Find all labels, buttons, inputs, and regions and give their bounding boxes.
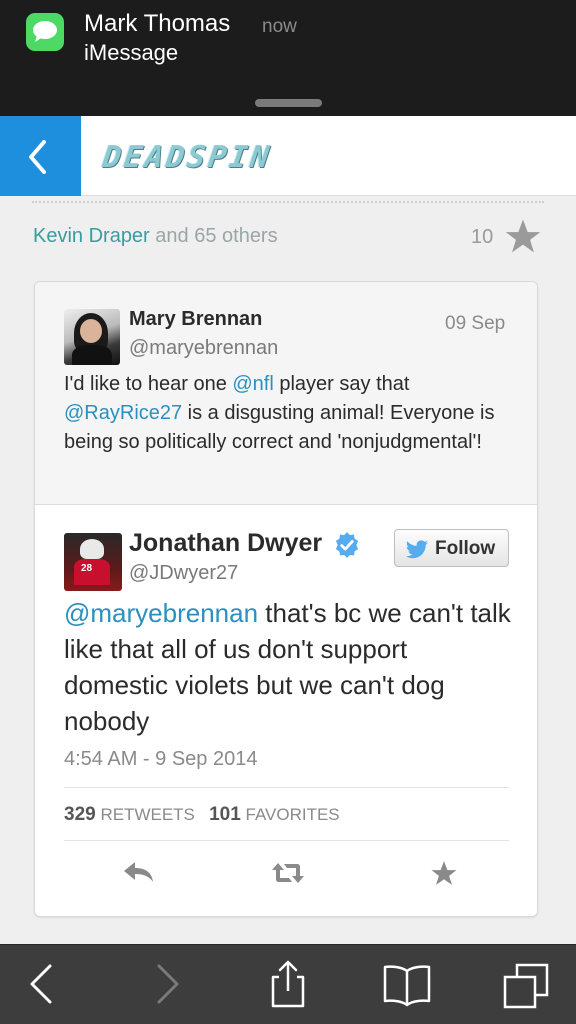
jersey-number: 28 (81, 563, 93, 574)
back-icon[interactable] (28, 963, 54, 1005)
tweet-text: @maryebrennan that's bc we can't talk li… (64, 595, 514, 739)
author-others: and 65 others (155, 225, 277, 247)
verified-badge-icon (335, 532, 359, 558)
share-icon[interactable] (270, 959, 306, 1009)
notification-app: iMessage (84, 40, 179, 65)
quoted-date: 09 Sep (445, 313, 506, 334)
others-text: and 65 others (155, 225, 278, 247)
star-icon[interactable] (504, 218, 542, 254)
quoted-author-handle[interactable]: @maryebrennan (129, 337, 278, 360)
quoted-text: I'd like to hear one @nfl player say tha… (64, 370, 514, 457)
twitter-bird-icon (406, 540, 428, 559)
divider (64, 787, 509, 788)
post-author: Kevin Draper and 65 others (33, 225, 278, 248)
notification-sender: Mark Thomas (84, 10, 231, 37)
tweet-author-handle[interactable]: @JDwyer27 (129, 562, 238, 585)
favorite-star-icon[interactable] (430, 860, 458, 886)
tweet-stats: 329 RETWEETS 101 FAVORITES (64, 804, 340, 826)
mention-link[interactable]: @maryebrennan (64, 598, 258, 628)
bookmarks-icon[interactable] (382, 963, 432, 1007)
retweet-label[interactable]: RETWEETS (100, 805, 194, 824)
like-count: 10 (471, 226, 494, 248)
follow-button[interactable]: Follow (394, 529, 509, 567)
site-header: DEADSPIN (0, 116, 576, 196)
browser-toolbar (0, 944, 576, 1024)
notification-time: now (262, 16, 297, 37)
reply-icon[interactable] (122, 860, 156, 884)
quoted-author-name[interactable]: Mary Brennan (129, 308, 262, 331)
notification-banner[interactable]: Mark Thomas now iMessage (0, 0, 576, 116)
messages-icon (26, 13, 64, 51)
tweet-author-name[interactable]: Jonathan Dwyer (129, 529, 322, 558)
divider (32, 201, 544, 203)
notification-grabber[interactable] (255, 99, 322, 107)
back-button[interactable] (0, 116, 81, 196)
text-segment: I'd like to hear one (64, 373, 233, 395)
avatar[interactable] (64, 309, 120, 365)
favorite-label[interactable]: FAVORITES (246, 805, 340, 824)
avatar[interactable]: 28 (64, 533, 122, 591)
follow-label: Follow (435, 538, 496, 559)
embedded-tweet: Mary Brennan @maryebrennan 09 Sep I'd li… (34, 281, 538, 917)
site-logo[interactable]: DEADSPIN (101, 140, 274, 175)
retweet-count: 329 (64, 804, 96, 825)
forward-icon[interactable] (155, 963, 181, 1005)
chevron-left-icon (29, 140, 46, 174)
author-name[interactable]: Kevin Draper (33, 225, 150, 247)
tabs-icon[interactable] (503, 963, 549, 1009)
tweet-timestamp[interactable]: 4:54 AM - 9 Sep 2014 (64, 748, 257, 771)
text-segment: player say that (273, 373, 410, 395)
mention-link[interactable]: @RayRice27 (64, 402, 182, 424)
quoted-tweet[interactable]: Mary Brennan @maryebrennan 09 Sep I'd li… (35, 282, 537, 505)
retweet-icon[interactable] (270, 861, 306, 885)
divider (64, 840, 509, 841)
mention-link[interactable]: @nfl (232, 373, 273, 395)
favorite-count: 101 (209, 804, 241, 825)
